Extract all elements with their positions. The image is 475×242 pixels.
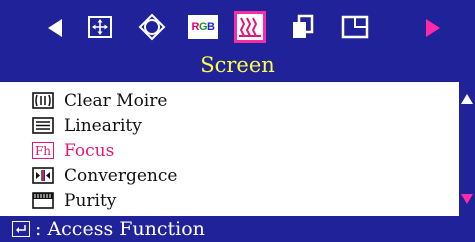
image-size-icon[interactable] <box>84 11 116 43</box>
toolbar: RGB <box>0 0 475 54</box>
menu-item-purity[interactable]: Purity <box>30 188 177 213</box>
rgb-box: RGB <box>188 15 218 39</box>
menu-item-clear-moire[interactable]: Clear Moire <box>30 88 177 113</box>
focus-icon-text: Fh <box>32 142 54 159</box>
enter-icon <box>12 221 30 237</box>
osd-menu: RGB Screen Clear Moire Linearity Fh Focu… <box>0 0 475 242</box>
linearity-icon <box>30 117 56 135</box>
window-frame-icon[interactable] <box>339 11 371 43</box>
menu-item-focus[interactable]: Fh Focus <box>30 138 177 163</box>
menu-item-label: Linearity <box>64 115 142 136</box>
menu-panel: Clear Moire Linearity Fh Focus Convergen… <box>0 82 459 216</box>
menu-item-label: Focus <box>64 140 115 161</box>
menu-list: Clear Moire Linearity Fh Focus Convergen… <box>30 88 177 213</box>
menu-item-linearity[interactable]: Linearity <box>30 113 177 138</box>
menu-item-convergence[interactable]: Convergence <box>30 163 177 188</box>
rgb-label: RGB <box>191 21 216 33</box>
scroll-up-arrow-icon[interactable] <box>461 94 473 104</box>
geometry-position-icon[interactable] <box>136 11 168 43</box>
scroll-down-arrow-icon[interactable] <box>461 194 473 204</box>
focus-icon: Fh <box>30 142 56 160</box>
purity-icon <box>30 192 56 210</box>
footer-label: : Access Function <box>35 218 205 240</box>
left-arrow-icon[interactable] <box>48 19 62 37</box>
copy-windows-icon[interactable] <box>287 11 319 43</box>
menu-item-label: Convergence <box>64 165 178 186</box>
menu-title: Screen <box>200 53 275 77</box>
screen-icon[interactable] <box>234 11 266 43</box>
menu-item-label: Purity <box>64 190 117 211</box>
rgb-color-icon[interactable]: RGB <box>187 11 219 43</box>
footer-hint: : Access Function <box>0 216 475 242</box>
moire-icon <box>30 92 56 110</box>
convergence-icon <box>30 167 56 185</box>
right-arrow-icon[interactable] <box>426 19 440 37</box>
menu-item-label: Clear Moire <box>64 90 168 111</box>
